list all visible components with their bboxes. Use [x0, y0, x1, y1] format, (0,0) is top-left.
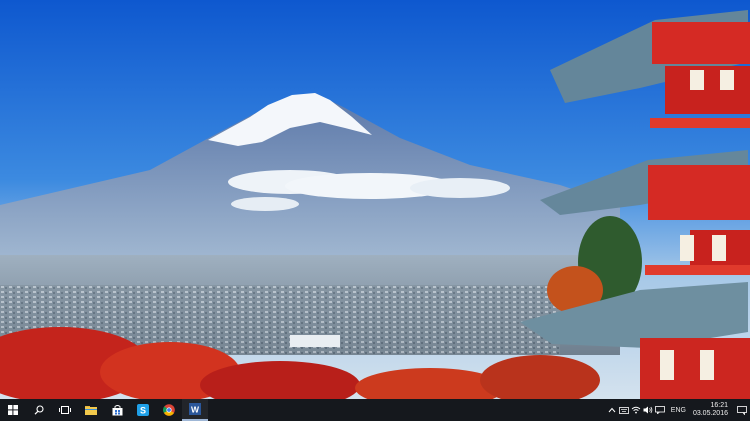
- taskbar-app-file-explorer[interactable]: [78, 399, 104, 421]
- touch-keyboard-button[interactable]: [618, 399, 630, 421]
- message-icon: [654, 406, 665, 414]
- taskbar-app-word[interactable]: W: [182, 399, 208, 421]
- store-icon: [112, 404, 122, 415]
- skype-icon: S: [137, 404, 149, 416]
- desktop-wallpaper: [0, 0, 750, 399]
- taskbar-app-chrome[interactable]: [156, 399, 182, 421]
- word-icon-letter: W: [191, 404, 200, 414]
- search-button[interactable]: [26, 399, 52, 421]
- action-center-button[interactable]: [734, 399, 750, 421]
- clock[interactable]: 16:21 03.05.2016: [691, 402, 734, 418]
- clock-time: 16:21: [710, 402, 728, 409]
- windows-logo-icon: [8, 405, 18, 415]
- chrome-icon: [163, 404, 175, 416]
- input-language-indicator[interactable]: ENG: [666, 407, 691, 414]
- word-icon: W: [189, 403, 201, 415]
- show-hidden-icons-button[interactable]: [606, 399, 618, 421]
- skype-icon-letter: S: [140, 405, 146, 415]
- file-explorer-icon: [85, 406, 97, 415]
- clock-date: 03.05.2016: [692, 410, 728, 417]
- taskbar-app-store[interactable]: [104, 399, 130, 421]
- network-button[interactable]: [630, 399, 642, 421]
- taskbar: S W ENG 16:21 03.05.2016: [0, 399, 750, 421]
- desktop: S W ENG 16:21 03.05.2016: [0, 0, 750, 421]
- ime-mode-button[interactable]: [654, 399, 666, 421]
- start-button[interactable]: [0, 399, 26, 421]
- notifications-icon: [737, 405, 747, 415]
- chevron-up-icon: [608, 407, 616, 413]
- volume-button[interactable]: [642, 399, 654, 421]
- task-view-icon: [59, 406, 71, 414]
- taskbar-app-skype[interactable]: S: [130, 399, 156, 421]
- task-view-button[interactable]: [52, 399, 78, 421]
- speaker-icon: [643, 406, 653, 414]
- keyboard-icon: [618, 406, 629, 414]
- wifi-icon: [631, 406, 641, 414]
- system-tray: ENG 16:21 03.05.2016: [606, 399, 750, 421]
- search-icon: [34, 405, 44, 415]
